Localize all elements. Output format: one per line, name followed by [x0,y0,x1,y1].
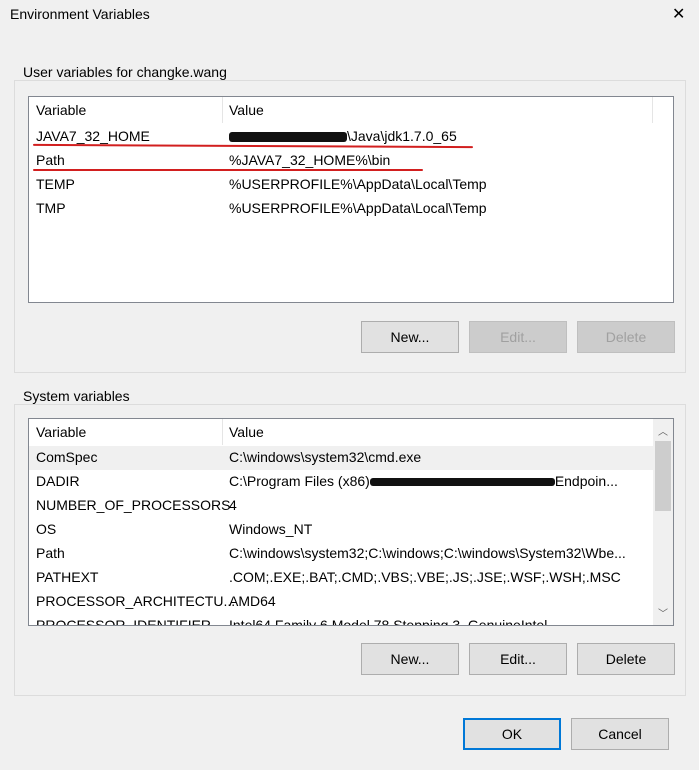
table-row[interactable]: PROCESSOR_IDENTIFIER Intel64 Family 6 Mod… [29,614,673,625]
scroll-down-icon[interactable]: ﹀ [658,605,668,620]
redacted-text [229,132,347,143]
system-new-button[interactable]: New... [361,643,459,675]
scrollbar-thumb[interactable] [655,441,671,511]
vertical-scrollbar[interactable]: ︿ ﹀ [653,419,673,625]
header-value[interactable]: Value [229,102,264,118]
table-row-selected[interactable]: ComSpec C:\windows\system32\cmd.exe [29,446,653,470]
redacted-text [369,478,555,487]
table-row[interactable]: Path C:\windows\system32;C:\windows;C:\wi… [29,542,673,566]
table-row[interactable]: NUMBER_OF_PROCESSORS 4 [29,494,673,518]
user-new-button[interactable]: New... [361,321,459,353]
table-row[interactable]: TEMP %USERPROFILE%\AppData\Local\Temp [29,173,673,197]
header-variable[interactable]: Variable [36,102,86,118]
table-row[interactable]: OS Windows_NT [29,518,673,542]
cancel-button[interactable]: Cancel [571,718,669,750]
red-underline [33,169,423,171]
ok-button[interactable]: OK [463,718,561,750]
close-icon[interactable]: ✕ [672,4,685,24]
header-value[interactable]: Value [229,424,264,440]
user-variables-label: User variables for changke.wang [21,64,229,80]
user-edit-button[interactable]: Edit... [469,321,567,353]
list-header: Variable Value [29,97,673,123]
system-edit-button[interactable]: Edit... [469,643,567,675]
table-row[interactable]: DADIR C:\Program Files (x86) Endpoin... [29,470,673,494]
table-row[interactable]: PATHEXT .COM;.EXE;.BAT;.CMD;.VBS;.VBE;.JS… [29,566,673,590]
table-row[interactable]: TMP %USERPROFILE%\AppData\Local\Temp [29,197,673,221]
header-variable[interactable]: Variable [36,424,86,440]
list-header: Variable Value [29,419,673,445]
table-row[interactable]: PROCESSOR_ARCHITECTU... AMD64 [29,590,673,614]
scroll-up-icon[interactable]: ︿ [658,423,668,438]
user-delete-button[interactable]: Delete [577,321,675,353]
system-delete-button[interactable]: Delete [577,643,675,675]
system-variables-label: System variables [21,388,132,404]
window-title: Environment Variables [10,6,150,22]
user-variables-list[interactable]: Variable Value JAVA7_32_HOME \Java\jdk1.7.… [28,96,674,303]
system-variables-list[interactable]: Variable Value ComSpec C:\windows\system32… [28,418,674,626]
